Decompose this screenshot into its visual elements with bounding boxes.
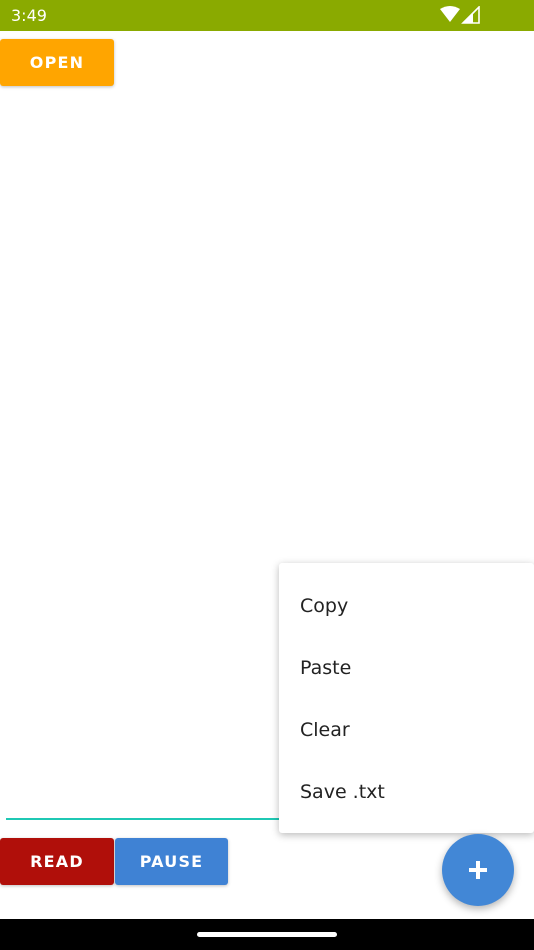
status-bar: 3:49 (0, 0, 534, 31)
home-gesture-pill[interactable] (197, 932, 337, 937)
read-button[interactable]: READ (0, 838, 114, 885)
status-time: 3:49 (11, 6, 47, 25)
menu-item-clear[interactable]: Clear (279, 699, 534, 761)
menu-item-paste[interactable]: Paste (279, 637, 534, 699)
status-icons (440, 6, 480, 24)
navigation-bar (0, 919, 534, 950)
open-button[interactable]: OPEN (0, 39, 114, 86)
pause-button[interactable]: PAUSE (115, 838, 228, 885)
menu-item-copy[interactable]: Copy (279, 575, 534, 637)
text-input-underline (6, 818, 296, 820)
popup-menu: Copy Paste Clear Save .txt (279, 563, 534, 833)
menu-item-save-txt[interactable]: Save .txt (279, 761, 534, 823)
add-fab-button[interactable] (442, 834, 514, 906)
wifi-icon (440, 6, 460, 22)
plus-icon (469, 861, 487, 879)
